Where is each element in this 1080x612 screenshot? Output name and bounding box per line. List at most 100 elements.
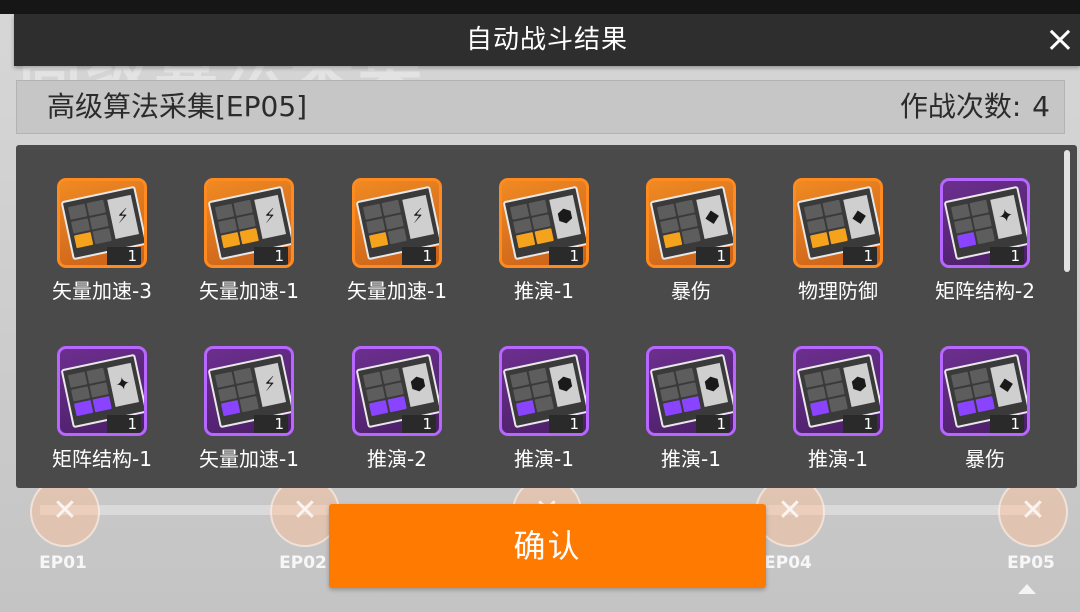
reward-item[interactable]: ◆ 1 暴伤 [620,178,750,328]
chip-cell [214,371,235,388]
chip-cell [975,396,995,413]
reward-item[interactable]: ⬢ 1 推演-1 [767,346,897,496]
chip-cell [663,400,683,417]
reward-item[interactable]: ⬢ 1 推演-1 [473,178,603,328]
chip-cell [74,232,94,249]
algorithm-chip-icon: ⚡ 1 [204,346,294,436]
algorithm-chip-icon: ⚡ 1 [57,178,147,268]
chip-cell [678,214,698,230]
chip-cell [825,382,845,398]
chip-cell [381,367,401,384]
item-count: 1 [696,415,730,433]
chip-cell [509,203,530,220]
item-name: 推演-1 [808,447,868,471]
scrollbar-thumb[interactable] [1064,150,1070,272]
chip-cell [534,396,554,413]
reward-item[interactable]: ⚡ 1 矢量加速-1 [178,178,308,328]
chip-cell [810,232,830,249]
chip-cell [528,199,548,216]
chip-cell [92,396,112,413]
item-count: 1 [990,247,1024,265]
item-name: 矢量加速-1 [199,279,299,303]
reward-item[interactable]: ✦ 1 矩阵结构-2 [914,178,1044,328]
chip-symbol-icon: ◆ [990,362,1023,407]
item-name: 物理防御 [798,279,878,303]
chip-cell [221,400,241,417]
item-count: 1 [549,415,583,433]
chip-cell [659,217,680,234]
chip-cell [365,385,386,402]
reward-item[interactable]: ⚡ 1 矢量加速-1 [326,178,456,328]
chip-cell [516,232,536,249]
item-count: 1 [254,247,288,265]
chip-cell [70,385,91,402]
chip-cell [516,400,536,417]
chip-cell [233,199,253,216]
item-count: 1 [107,415,141,433]
chip-cell [86,199,106,216]
item-name: 推演-2 [367,447,427,471]
chip-symbol-icon: ◆ [696,194,729,239]
reward-item[interactable]: ◆ 1 暴伤 [914,346,1044,496]
battle-count: 作战次数: 4 [898,81,1050,133]
chip-cell [512,385,533,402]
chip-cell [950,371,971,388]
stage-info-bar: 高级算法采集[EP05] 作战次数: 4 [16,80,1065,134]
item-count: 1 [990,415,1024,433]
item-name: 矩阵结构-1 [52,447,152,471]
chip-cell [828,228,848,245]
algorithm-chip-icon: ◆ 1 [793,178,883,268]
algorithm-chip-icon: ✦ 1 [57,346,147,436]
chip-cell [365,217,386,234]
reward-item[interactable]: ⬢ 1 推演-1 [473,346,603,496]
reward-item[interactable]: ⬢ 1 推演-1 [620,346,750,496]
chip-cell [969,367,989,384]
item-count: 1 [107,247,141,265]
reward-item[interactable]: ⚡ 1 矢量加速-3 [31,178,161,328]
chip-symbol-icon: ⬢ [402,362,435,407]
chip-cell [67,371,88,388]
chip-cell [975,228,995,245]
item-count: 1 [402,247,436,265]
item-count: 1 [843,247,877,265]
background-up-arrow-icon [1018,584,1036,594]
chip-cell [217,385,238,402]
chip-cell [681,228,701,245]
reward-item[interactable]: ⬢ 1 推演-2 [326,346,456,496]
algorithm-chip-icon: ◆ 1 [646,178,736,268]
chip-symbol-icon: ⚡ [254,362,287,407]
chip-cell [531,214,551,230]
confirm-button[interactable]: 确认 [329,504,766,588]
dialog-title: 自动战斗结果 [465,25,628,55]
chip-cell [509,371,530,388]
chip-cell [362,203,383,220]
chip-cell [656,371,677,388]
reward-list-panel[interactable]: ⚡ 1 矢量加速-3 ⚡ 1 矢量加速-1 ⚡ 1 矢量加速-1 ⬢ 1 推演-1 ◆ 1 暴伤 ◆ 1 物理防御… [16,145,1077,488]
chip-symbol-icon: ⬢ [696,362,729,407]
close-icon[interactable]: × [1040,14,1080,66]
chip-cell [381,199,401,216]
chip-cell [89,214,109,230]
chip-cell [950,203,971,220]
chip-cell [67,203,88,220]
chip-cell [362,371,383,388]
reward-item[interactable]: ◆ 1 物理防御 [767,178,897,328]
chip-cell [972,382,992,398]
chip-cell [810,400,830,417]
chip-cell [384,382,404,398]
reward-item[interactable]: ✦ 1 矩阵结构-1 [31,346,161,496]
item-count: 1 [549,247,583,265]
chip-cell [239,228,259,245]
item-name: 推演-1 [514,447,574,471]
chip-cell [233,367,253,384]
top-status-strip [0,0,1080,14]
algorithm-chip-icon: ⚡ 1 [352,178,442,268]
chip-cell [217,217,238,234]
chip-cell [214,203,235,220]
chip-cell [969,199,989,216]
reward-item[interactable]: ⚡ 1 矢量加速-1 [178,346,308,496]
algorithm-chip-icon: ⬢ 1 [352,346,442,436]
chip-cell [953,385,974,402]
stage-name: 高级算法采集[EP05] [47,90,308,123]
chip-symbol-icon: ⬢ [843,362,876,407]
